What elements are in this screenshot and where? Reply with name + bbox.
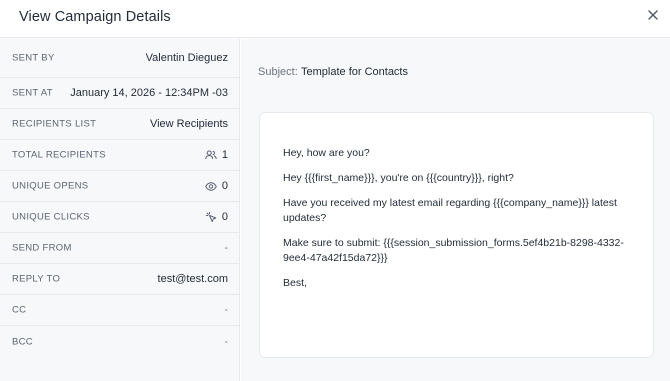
close-icon: [648, 10, 658, 20]
detail-row-bcc: BCC -: [0, 326, 240, 357]
campaign-details-modal: View Campaign Details SENT BY Valentin D…: [0, 0, 670, 381]
email-content-card: Hey, how are you? Hey {{{first_name}}}, …: [259, 112, 654, 358]
unique-opens-count: 0: [221, 180, 228, 192]
subject-label: Subject:: [258, 66, 298, 78]
detail-row-sent-at: SENT AT January 14, 2026 - 12:34PM -03: [0, 78, 240, 109]
detail-row-total-recipients: TOTAL RECIPIENTS 1: [0, 140, 240, 171]
send-from-value: -: [224, 242, 228, 254]
detail-row-unique-clicks: UNIQUE CLICKS 0: [0, 202, 240, 233]
view-recipients-link[interactable]: View Recipients: [150, 118, 228, 130]
email-paragraph: Hey, how are you?: [283, 147, 370, 159]
cc-value: -: [224, 304, 228, 316]
detail-label: UNIQUE CLICKS: [12, 211, 90, 223]
detail-label: BCC: [12, 336, 33, 347]
detail-label: SENT BY: [12, 52, 55, 64]
email-paragraph: Best,: [283, 277, 307, 289]
close-button[interactable]: [644, 6, 662, 24]
subject-bar: Subject: Template for Contacts: [241, 39, 670, 109]
details-panel: SENT BY Valentin Dieguez SENT AT January…: [0, 39, 240, 381]
cursor-click-icon: [205, 211, 217, 222]
reply-to-value: test@test.com: [157, 273, 228, 285]
email-paragraph: Make sure to submit: {{{session_submissi…: [283, 237, 624, 264]
users-icon: [205, 150, 217, 160]
email-body: Hey, how are you? Hey {{{first_name}}}, …: [283, 146, 633, 301]
bcc-value: -: [224, 335, 228, 348]
detail-label: CC: [12, 304, 27, 316]
sent-by-value: Valentin Dieguez: [145, 52, 228, 64]
modal-header: View Campaign Details: [0, 0, 670, 38]
total-recipients-value: 1: [205, 149, 228, 161]
email-paragraph: Have you received my latest email regard…: [283, 197, 617, 224]
sent-at-value: January 14, 2026 - 12:34PM -03: [70, 87, 228, 99]
subject-value: Template for Contacts: [301, 66, 408, 78]
unique-clicks-count: 0: [221, 211, 228, 223]
detail-row-unique-opens: UNIQUE OPENS 0: [0, 171, 240, 202]
detail-row-send-from: SEND FROM -: [0, 233, 240, 264]
unique-opens-value: 0: [205, 180, 228, 192]
email-paragraph: Hey {{{first_name}}}, you're on {{{count…: [283, 172, 514, 184]
total-recipients-count: 1: [221, 149, 228, 161]
detail-label: TOTAL RECIPIENTS: [12, 149, 106, 161]
detail-row-cc: CC -: [0, 295, 240, 326]
modal-title: View Campaign Details: [19, 9, 171, 25]
detail-row-recipients-list: RECIPIENTS LIST View Recipients: [0, 109, 240, 140]
detail-label: UNIQUE OPENS: [12, 180, 89, 192]
detail-row-reply-to: REPLY TO test@test.com: [0, 264, 240, 295]
detail-label: REPLY TO: [12, 273, 61, 285]
email-preview-panel: Subject: Template for Contacts Hey, how …: [241, 39, 670, 381]
detail-label: SENT AT: [12, 87, 53, 99]
unique-clicks-value: 0: [205, 211, 228, 223]
detail-label: SEND FROM: [12, 242, 72, 254]
detail-row-sent-by: SENT BY Valentin Dieguez: [0, 39, 240, 78]
eye-icon: [205, 181, 217, 191]
detail-label: RECIPIENTS LIST: [12, 118, 97, 130]
